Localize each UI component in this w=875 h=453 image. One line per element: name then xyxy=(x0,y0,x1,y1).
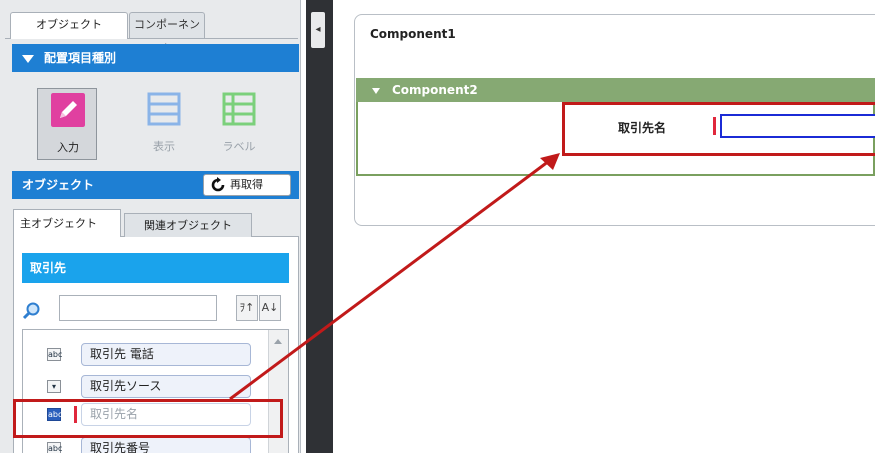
scroll-up-icon[interactable] xyxy=(274,339,282,344)
refresh-label: 再取得 xyxy=(230,178,263,191)
placement-type-title: 配置項目種別 xyxy=(44,51,117,65)
sort-alpha-button[interactable]: A↓ xyxy=(259,295,281,321)
refresh-icon xyxy=(211,177,225,192)
label-grid-icon xyxy=(222,92,256,126)
field-item-label: 取引先ソース xyxy=(81,375,251,398)
picklist-field-icon: ▾ xyxy=(47,380,61,393)
current-object-bar[interactable]: 取引先 xyxy=(22,253,289,283)
left-panel: オブジェクト コンポーネント 配置項目種別 入力 表示 ラベル オブジェクト xyxy=(0,0,301,453)
component2-header[interactable]: Component2 xyxy=(356,78,875,102)
panel-splitter[interactable] xyxy=(306,0,333,453)
placement-label-button[interactable]: ラベル xyxy=(209,88,269,160)
placement-display-label: 表示 xyxy=(153,140,175,153)
component1-title: Component1 xyxy=(370,27,456,41)
field-item-label: 取引先 電話 xyxy=(81,343,251,366)
tab-main-object[interactable]: 主オブジェクト xyxy=(13,209,121,237)
placement-label-label: ラベル xyxy=(222,140,256,153)
list-view-icon xyxy=(147,92,181,126)
placement-type-header[interactable]: 配置項目種別 xyxy=(12,44,299,72)
tab-components[interactable]: コンポーネント xyxy=(129,12,205,55)
search-icon xyxy=(22,302,40,320)
tab-objects[interactable]: オブジェクト xyxy=(10,12,128,39)
collapse-panel-button[interactable]: ◂ xyxy=(311,12,325,48)
search-input[interactable] xyxy=(59,295,217,321)
object-section-title: オブジェクト xyxy=(22,178,95,192)
placement-input-button[interactable]: 入力 xyxy=(37,88,97,160)
tab-related-object[interactable]: 関連オブジェクト xyxy=(124,213,252,237)
component2-title: Component2 xyxy=(392,83,478,97)
placement-input-label: 入力 xyxy=(57,141,79,154)
expand-triangle-icon xyxy=(372,87,380,94)
object-section-header: オブジェクト 再取得 xyxy=(12,171,299,199)
sort-asc-button[interactable]: ｦ↑ xyxy=(236,295,258,321)
list-item[interactable]: ▾ 取引先ソース xyxy=(23,372,267,400)
pencil-icon xyxy=(51,93,85,127)
text-field-icon: abc xyxy=(47,442,63,453)
refresh-button[interactable]: 再取得 xyxy=(203,174,291,196)
drop-target-highlight xyxy=(562,102,875,156)
drag-source-highlight xyxy=(13,399,283,438)
placement-display-button[interactable]: 表示 xyxy=(134,88,194,160)
collapse-triangle-icon xyxy=(22,54,34,63)
field-item-label: 取引先番号 xyxy=(81,437,251,453)
text-field-icon: abc xyxy=(47,348,63,361)
list-item[interactable]: abc 取引先 電話 xyxy=(23,340,267,368)
